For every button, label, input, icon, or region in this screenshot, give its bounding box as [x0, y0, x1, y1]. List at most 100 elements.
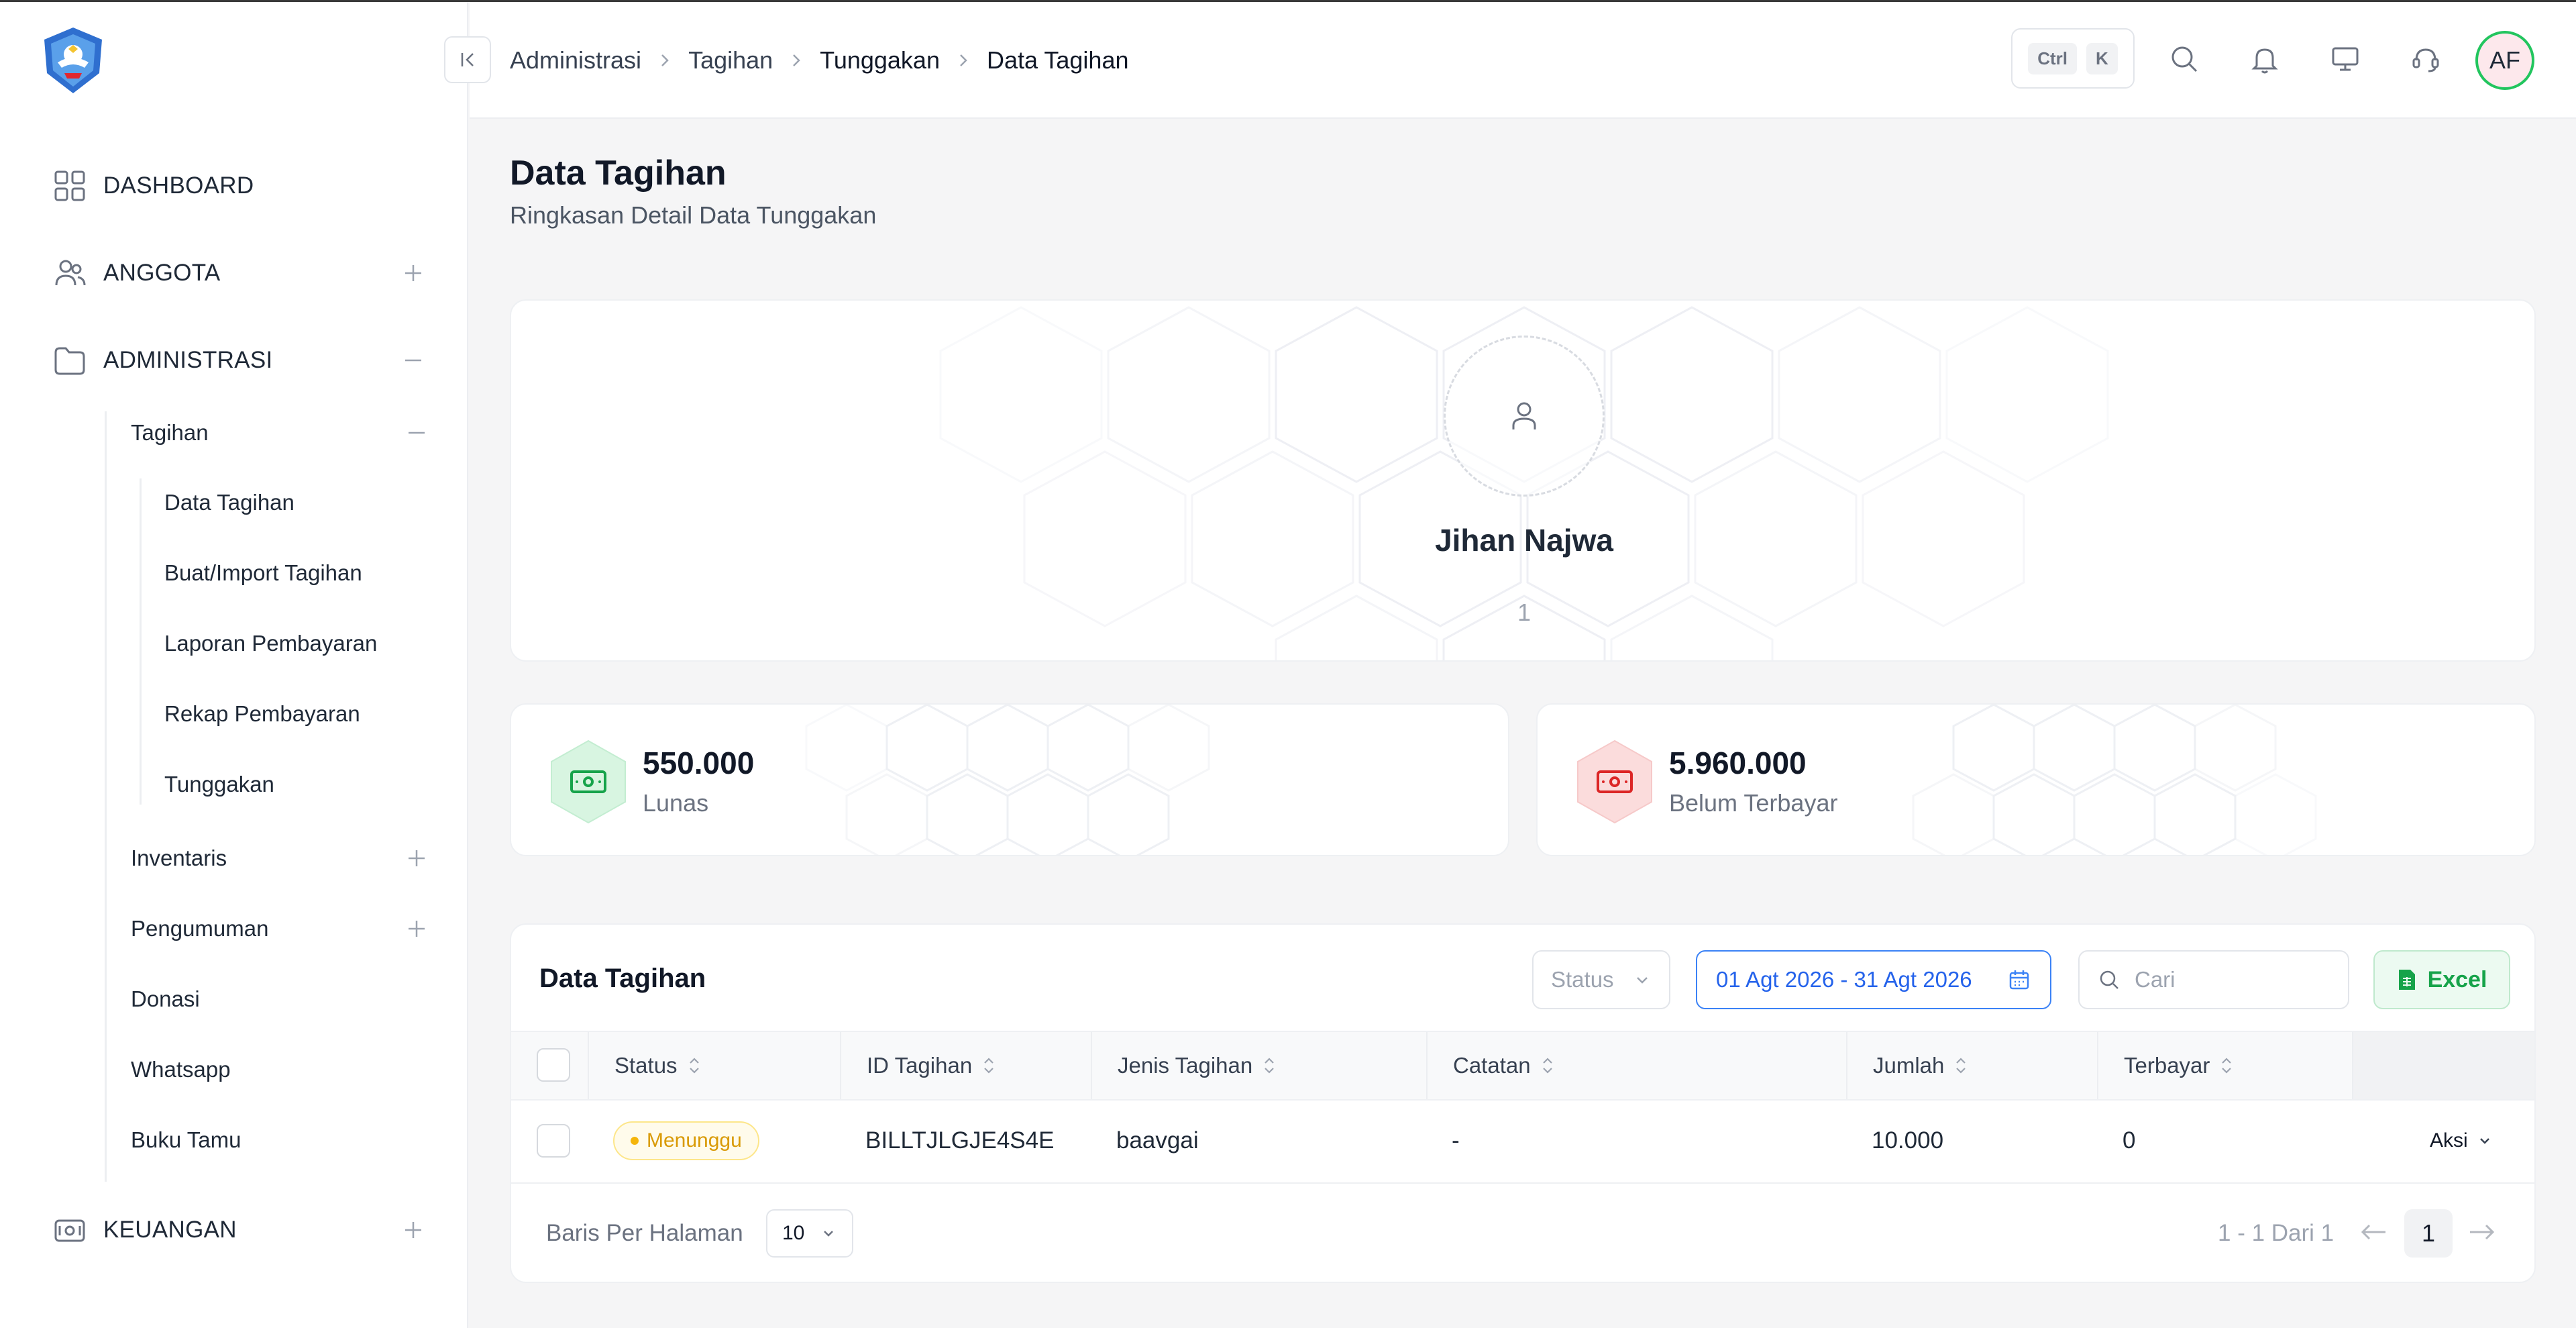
status-filter-label: Status — [1551, 967, 1614, 992]
sort-icon — [689, 1058, 699, 1074]
column-header-jumlah[interactable]: Jumlah — [1846, 1032, 2097, 1099]
search-input[interactable]: Cari — [2078, 950, 2349, 1009]
sidebar-item-buat-import-tagihan[interactable]: Buat/Import Tagihan — [164, 553, 419, 593]
spreadsheet-icon — [2398, 970, 2415, 990]
column-header-status[interactable]: Status — [588, 1032, 840, 1099]
pagination-info: 1 - 1 Dari 1 — [2218, 1220, 2334, 1246]
sidebar-item-label: Laporan Pembayaran — [164, 631, 378, 656]
kbd-k: K — [2086, 42, 2118, 74]
sidebar-item-tagihan[interactable]: Tagihan — [131, 413, 425, 453]
table-row[interactable]: Menunggu BILLTJLGJE4S4E baavgai - 10.000… — [511, 1101, 2534, 1184]
chevron-down-icon — [2479, 1138, 2489, 1144]
column-label: Terbayar — [2124, 1053, 2210, 1078]
rows-per-page-value: 10 — [782, 1222, 805, 1244]
column-header-id-tagihan[interactable]: ID Tagihan — [840, 1032, 1091, 1099]
sidebar-item-dashboard[interactable]: DASHBOARD — [52, 166, 428, 206]
column-header-catatan[interactable]: Catatan — [1426, 1032, 1846, 1099]
cell-jenis-tagihan: baavgai — [1116, 1127, 1199, 1154]
sidebar-item-tunggakan[interactable]: Tunggakan — [164, 764, 419, 805]
sidebar-item-label: Buat/Import Tagihan — [164, 560, 362, 585]
minus-icon[interactable] — [398, 346, 428, 375]
money-icon — [1577, 739, 1652, 824]
profile-avatar-placeholder — [1444, 336, 1605, 497]
sidebar-item-rekap-pembayaran[interactable]: Rekap Pembayaran — [164, 694, 419, 734]
submenu-guide-line — [105, 411, 107, 1182]
bell-icon[interactable] — [2246, 40, 2284, 78]
date-range-value: 01 Agt 2026 - 31 Agt 2026 — [1716, 967, 1972, 992]
page-number: 1 — [2421, 1219, 2436, 1247]
sidebar-item-donasi[interactable]: Donasi — [131, 979, 406, 1019]
user-avatar[interactable]: AF — [2475, 31, 2534, 90]
sort-icon — [1956, 1058, 1966, 1074]
kbd-ctrl: Ctrl — [2028, 42, 2077, 74]
breadcrumb-item[interactable]: Tunggakan — [820, 46, 940, 74]
monitor-icon[interactable] — [2326, 40, 2364, 78]
sidebar-item-buku-tamu[interactable]: Buku Tamu — [131, 1120, 406, 1160]
stat-value-belum-terbayar: 5.960.000 — [1669, 746, 1807, 780]
search-icon — [2100, 970, 2118, 989]
pagination-current-page[interactable]: 1 — [2404, 1209, 2453, 1258]
stat-value-lunas: 550.000 — [643, 746, 755, 780]
table-title: Data Tagihan — [539, 964, 706, 993]
command-palette-button[interactable]: Ctrl K — [2011, 28, 2135, 89]
stat-label-belum-terbayar: Belum Terbayar — [1669, 789, 1838, 817]
profile-card: Jihan Najwa 1 — [510, 299, 2536, 662]
rows-per-page-select[interactable]: 10 — [766, 1209, 853, 1258]
breadcrumb: Administrasi Tagihan Tunggakan Data Tagi… — [510, 42, 1128, 79]
sidebar-item-data-tagihan[interactable]: Data Tagihan — [164, 482, 419, 523]
sidebar: DASHBOARD ANGGOTA ADMINISTRASI Tagihan D… — [0, 2, 468, 1328]
column-label: Status — [614, 1053, 678, 1078]
sidebar-item-pengumuman[interactable]: Pengumuman — [131, 909, 425, 949]
plus-icon[interactable] — [402, 914, 431, 943]
row-checkbox[interactable] — [537, 1124, 570, 1158]
minus-icon[interactable] — [402, 418, 431, 448]
column-header-aksi — [2352, 1032, 2534, 1099]
plus-icon[interactable] — [398, 258, 428, 288]
select-all-checkbox[interactable] — [537, 1048, 570, 1082]
collapse-sidebar-button[interactable] — [444, 36, 491, 83]
column-label: ID Tagihan — [867, 1053, 973, 1078]
collapse-left-icon — [461, 53, 474, 66]
status-badge: Menunggu — [613, 1121, 759, 1160]
tut-wuri-handayani-logo[interactable] — [38, 25, 109, 96]
headset-icon[interactable] — [2407, 40, 2445, 78]
status-filter-select[interactable]: Status — [1532, 950, 1670, 1009]
sidebar-item-anggota[interactable]: ANGGOTA — [52, 253, 428, 293]
search-icon[interactable] — [2165, 40, 2203, 78]
sidebar-item-keuangan[interactable]: KEUANGAN — [52, 1210, 428, 1250]
row-action-dropdown[interactable]: Aksi — [2430, 1129, 2493, 1152]
column-label: Jumlah — [1873, 1053, 1945, 1078]
page-title: Data Tagihan — [510, 154, 727, 193]
arrow-left-icon[interactable] — [2357, 1217, 2391, 1247]
sidebar-item-laporan-pembayaran[interactable]: Laporan Pembayaran — [164, 623, 419, 664]
profile-name: Jihan Najwa — [1435, 523, 1613, 558]
sidebar-item-label: Tagihan — [131, 420, 209, 445]
cell-status: Menunggu — [588, 1101, 759, 1181]
cell-terbayar: 0 — [2123, 1127, 2136, 1154]
data-tagihan-table-card: Data Tagihan Status 01 Agt 2026 - 31 Agt… — [510, 923, 2536, 1283]
sidebar-item-label: ADMINISTRASI — [103, 347, 273, 373]
chevron-down-icon — [1637, 977, 1648, 984]
column-header-terbayar[interactable]: Terbayar — [2097, 1032, 2352, 1099]
sidebar-item-administrasi[interactable]: ADMINISTRASI — [52, 340, 428, 380]
sidebar-item-label: Inventaris — [131, 846, 227, 870]
sidebar-item-whatsapp[interactable]: Whatsapp — [131, 1050, 406, 1090]
sidebar-item-label: Data Tagihan — [164, 490, 294, 515]
breadcrumb-item[interactable]: Tagihan — [688, 46, 773, 74]
status-dot — [631, 1137, 639, 1145]
sidebar-item-label: Tunggakan — [164, 772, 274, 797]
export-excel-button[interactable]: Excel — [2373, 950, 2510, 1009]
chevron-down-icon — [824, 1231, 833, 1237]
plus-icon[interactable] — [402, 844, 431, 873]
plus-icon[interactable] — [398, 1215, 428, 1245]
sidebar-item-label: KEUANGAN — [103, 1217, 237, 1243]
arrow-right-icon[interactable] — [2465, 1217, 2498, 1247]
rows-per-page-label: Baris Per Halaman — [546, 1220, 743, 1246]
date-range-picker[interactable]: 01 Agt 2026 - 31 Agt 2026 — [1696, 950, 2051, 1009]
stat-card-belum-terbayar: 5.960.000 Belum Terbayar — [1536, 703, 2536, 856]
cell-aksi: Aksi — [2404, 1101, 2493, 1181]
sidebar-item-inventaris[interactable]: Inventaris — [131, 838, 425, 878]
column-header-jenis-tagihan[interactable]: Jenis Tagihan — [1091, 1032, 1426, 1099]
sort-icon — [984, 1058, 994, 1074]
breadcrumb-item[interactable]: Administrasi — [510, 46, 641, 74]
